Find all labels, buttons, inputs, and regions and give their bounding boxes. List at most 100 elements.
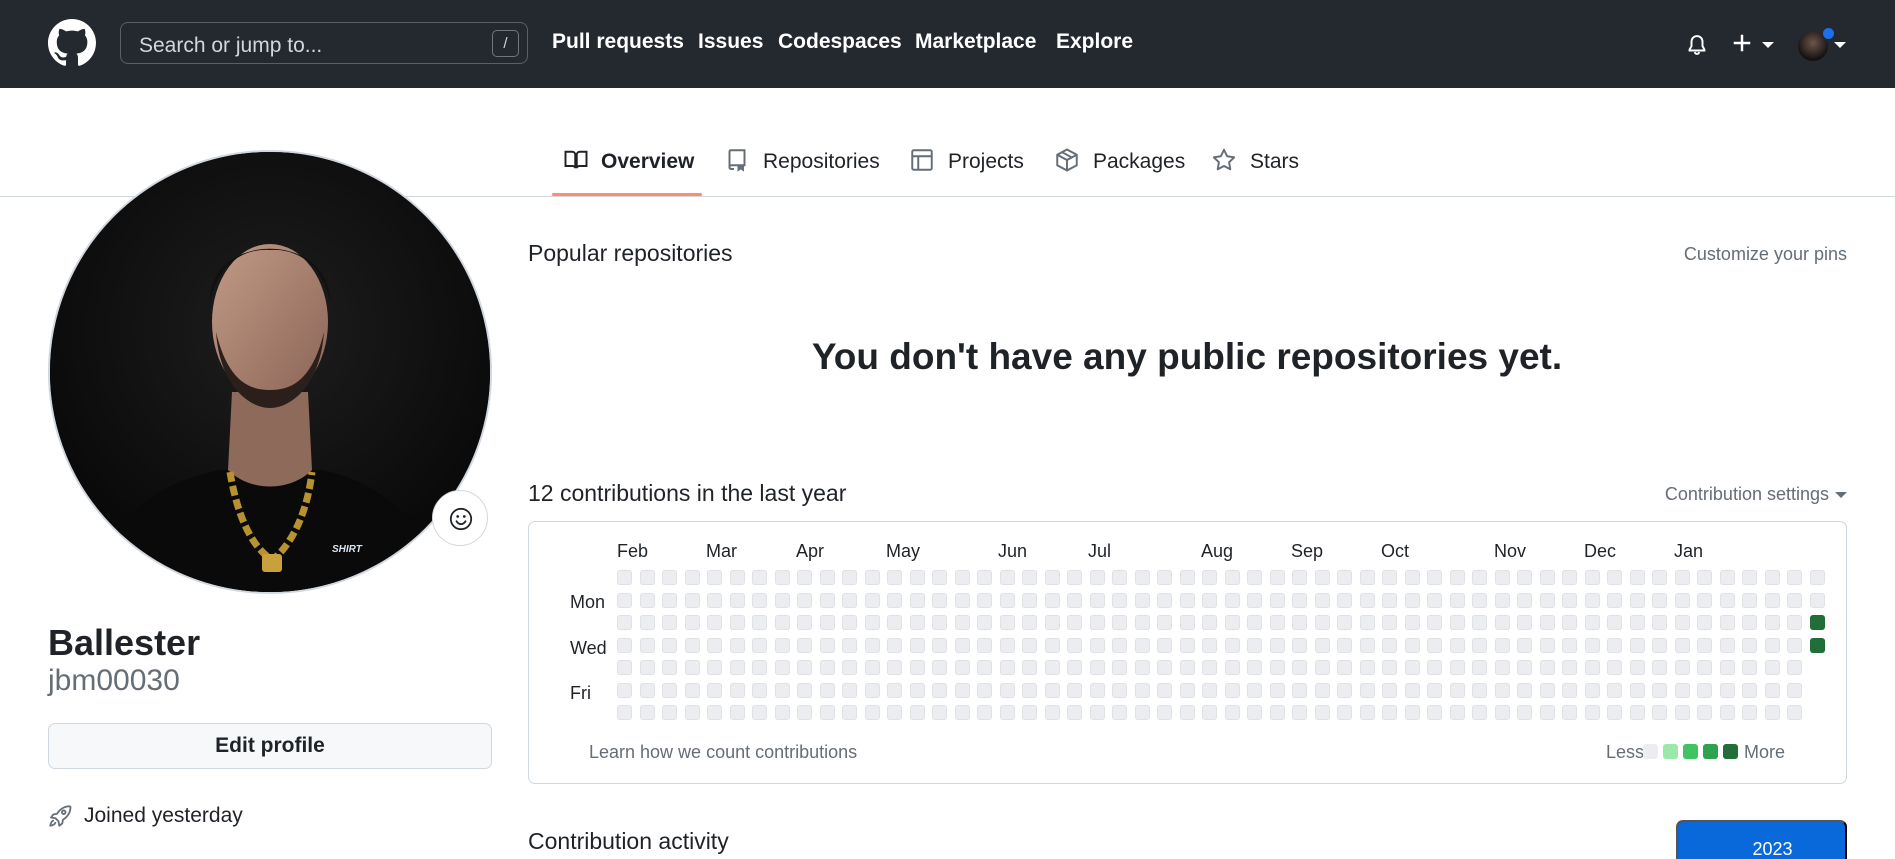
contribution-day-cell[interactable] bbox=[1494, 570, 1510, 585]
contribution-day-cell[interactable] bbox=[1584, 660, 1600, 675]
contribution-day-cell[interactable] bbox=[1472, 705, 1487, 720]
contribution-day-cell[interactable] bbox=[1134, 705, 1150, 720]
contribution-day-cell[interactable] bbox=[1404, 705, 1420, 720]
contribution-day-cell[interactable] bbox=[729, 570, 745, 585]
contribution-day-cell[interactable] bbox=[999, 705, 1015, 720]
contribution-day-cell[interactable] bbox=[707, 660, 722, 675]
contribution-day-cell[interactable] bbox=[1742, 615, 1757, 630]
contribution-day-cell[interactable] bbox=[1134, 660, 1150, 675]
contribution-day-cell[interactable] bbox=[977, 705, 992, 720]
contribution-day-cell[interactable] bbox=[1517, 615, 1532, 630]
contribution-day-cell[interactable] bbox=[1337, 682, 1352, 698]
contribution-day-cell[interactable] bbox=[1607, 570, 1622, 585]
contribution-day-cell[interactable] bbox=[1359, 705, 1375, 720]
contribution-day-cell[interactable] bbox=[1427, 705, 1442, 720]
contribution-day-cell[interactable] bbox=[1697, 570, 1712, 585]
contribution-day-cell[interactable] bbox=[1764, 682, 1780, 698]
contribution-day-cell[interactable] bbox=[684, 660, 700, 675]
chevron-down-icon[interactable] bbox=[1835, 492, 1847, 498]
contribution-day-cell[interactable] bbox=[999, 637, 1015, 653]
contribution-day-cell[interactable] bbox=[1382, 637, 1397, 653]
contribution-day-cell[interactable] bbox=[909, 682, 925, 698]
contribution-day-cell[interactable] bbox=[1022, 637, 1037, 653]
contribution-day-cell[interactable] bbox=[819, 615, 835, 630]
contribution-day-cell[interactable] bbox=[1562, 705, 1577, 720]
contribution-day-cell[interactable] bbox=[1674, 705, 1690, 720]
contribution-day-cell[interactable] bbox=[1269, 682, 1285, 698]
contribution-day-cell[interactable] bbox=[1157, 615, 1172, 630]
contribution-day-cell[interactable] bbox=[1427, 637, 1442, 653]
contribution-day-cell[interactable] bbox=[1562, 637, 1577, 653]
contribution-day-cell[interactable] bbox=[1292, 682, 1307, 698]
nav-issues[interactable]: Issues bbox=[698, 30, 763, 54]
contribution-day-cell[interactable] bbox=[1202, 682, 1217, 698]
contribution-day-cell[interactable] bbox=[752, 637, 767, 653]
contribution-day-cell[interactable] bbox=[1044, 592, 1060, 608]
contribution-day-cell[interactable] bbox=[977, 637, 992, 653]
contribution-day-cell[interactable] bbox=[1517, 660, 1532, 675]
contribution-day-cell[interactable] bbox=[1472, 660, 1487, 675]
contribution-day-cell[interactable] bbox=[1427, 592, 1442, 608]
contribution-day-cell[interactable] bbox=[999, 682, 1015, 698]
contribution-day-cell[interactable] bbox=[684, 637, 700, 653]
contribution-day-cell[interactable] bbox=[1292, 570, 1307, 585]
contribution-day-cell[interactable] bbox=[639, 660, 655, 675]
edit-profile-button[interactable]: Edit profile bbox=[48, 723, 492, 769]
contribution-day-cell[interactable] bbox=[1674, 592, 1690, 608]
contribution-day-cell[interactable] bbox=[617, 615, 632, 630]
contribution-day-cell[interactable] bbox=[1562, 682, 1577, 698]
contribution-day-cell[interactable] bbox=[1719, 637, 1735, 653]
contribution-day-cell[interactable] bbox=[1224, 682, 1240, 698]
contribution-day-cell[interactable] bbox=[1629, 660, 1645, 675]
contribution-day-cell[interactable] bbox=[1067, 660, 1082, 675]
contribution-day-cell[interactable] bbox=[819, 592, 835, 608]
contribution-day-cell[interactable] bbox=[954, 592, 970, 608]
contribution-day-cell[interactable] bbox=[842, 592, 857, 608]
contribution-day-cell[interactable] bbox=[684, 682, 700, 698]
contribution-day-cell[interactable] bbox=[1584, 682, 1600, 698]
contribution-day-cell[interactable] bbox=[729, 637, 745, 653]
contribution-day-cell[interactable] bbox=[1449, 660, 1465, 675]
contribution-day-cell[interactable] bbox=[1022, 682, 1037, 698]
contribution-day-cell[interactable] bbox=[864, 682, 880, 698]
contribution-day-cell[interactable] bbox=[752, 705, 767, 720]
contribution-day-cell[interactable] bbox=[1427, 660, 1442, 675]
contribution-day-cell[interactable] bbox=[1044, 570, 1060, 585]
contribution-day-cell[interactable] bbox=[1584, 570, 1600, 585]
contribution-day-cell[interactable] bbox=[932, 570, 947, 585]
contribution-day-cell[interactable] bbox=[1764, 570, 1780, 585]
contribution-day-cell[interactable] bbox=[1314, 660, 1330, 675]
contribution-day-cell[interactable] bbox=[1809, 592, 1825, 608]
contribution-day-cell[interactable] bbox=[1629, 570, 1645, 585]
contribution-day-cell[interactable] bbox=[909, 660, 925, 675]
contribution-day-cell[interactable] bbox=[864, 592, 880, 608]
contribution-day-cell[interactable] bbox=[639, 682, 655, 698]
contribution-day-cell[interactable] bbox=[617, 570, 632, 585]
contribution-day-cell[interactable] bbox=[1517, 592, 1532, 608]
contribution-day-cell[interactable] bbox=[1494, 615, 1510, 630]
contribution-day-cell[interactable] bbox=[1359, 592, 1375, 608]
contribution-day-cell[interactable] bbox=[1179, 705, 1195, 720]
contribution-day-cell[interactable] bbox=[662, 682, 677, 698]
contribution-day-cell[interactable] bbox=[1764, 660, 1780, 675]
contribution-day-cell[interactable] bbox=[1269, 570, 1285, 585]
contribution-day-cell[interactable] bbox=[819, 637, 835, 653]
contribution-day-cell[interactable] bbox=[819, 660, 835, 675]
contribution-day-cell[interactable] bbox=[1044, 682, 1060, 698]
contribution-day-cell[interactable] bbox=[1022, 615, 1037, 630]
contribution-day-cell[interactable] bbox=[1359, 637, 1375, 653]
contribution-day-cell[interactable] bbox=[1157, 570, 1172, 585]
nav-marketplace[interactable]: Marketplace bbox=[915, 30, 1036, 54]
contribution-day-cell[interactable] bbox=[1089, 615, 1105, 630]
contribution-day-cell[interactable] bbox=[1112, 570, 1127, 585]
contribution-day-cell[interactable] bbox=[909, 615, 925, 630]
contribution-day-cell[interactable] bbox=[1562, 660, 1577, 675]
contribution-day-cell[interactable] bbox=[1202, 637, 1217, 653]
contribution-day-cell[interactable] bbox=[842, 570, 857, 585]
contribution-day-cell[interactable] bbox=[1224, 660, 1240, 675]
contribution-day-cell[interactable] bbox=[707, 637, 722, 653]
contribution-day-cell[interactable] bbox=[1697, 705, 1712, 720]
contribution-day-cell[interactable] bbox=[1269, 615, 1285, 630]
contribution-day-cell[interactable] bbox=[999, 660, 1015, 675]
contribution-day-cell[interactable] bbox=[1134, 682, 1150, 698]
